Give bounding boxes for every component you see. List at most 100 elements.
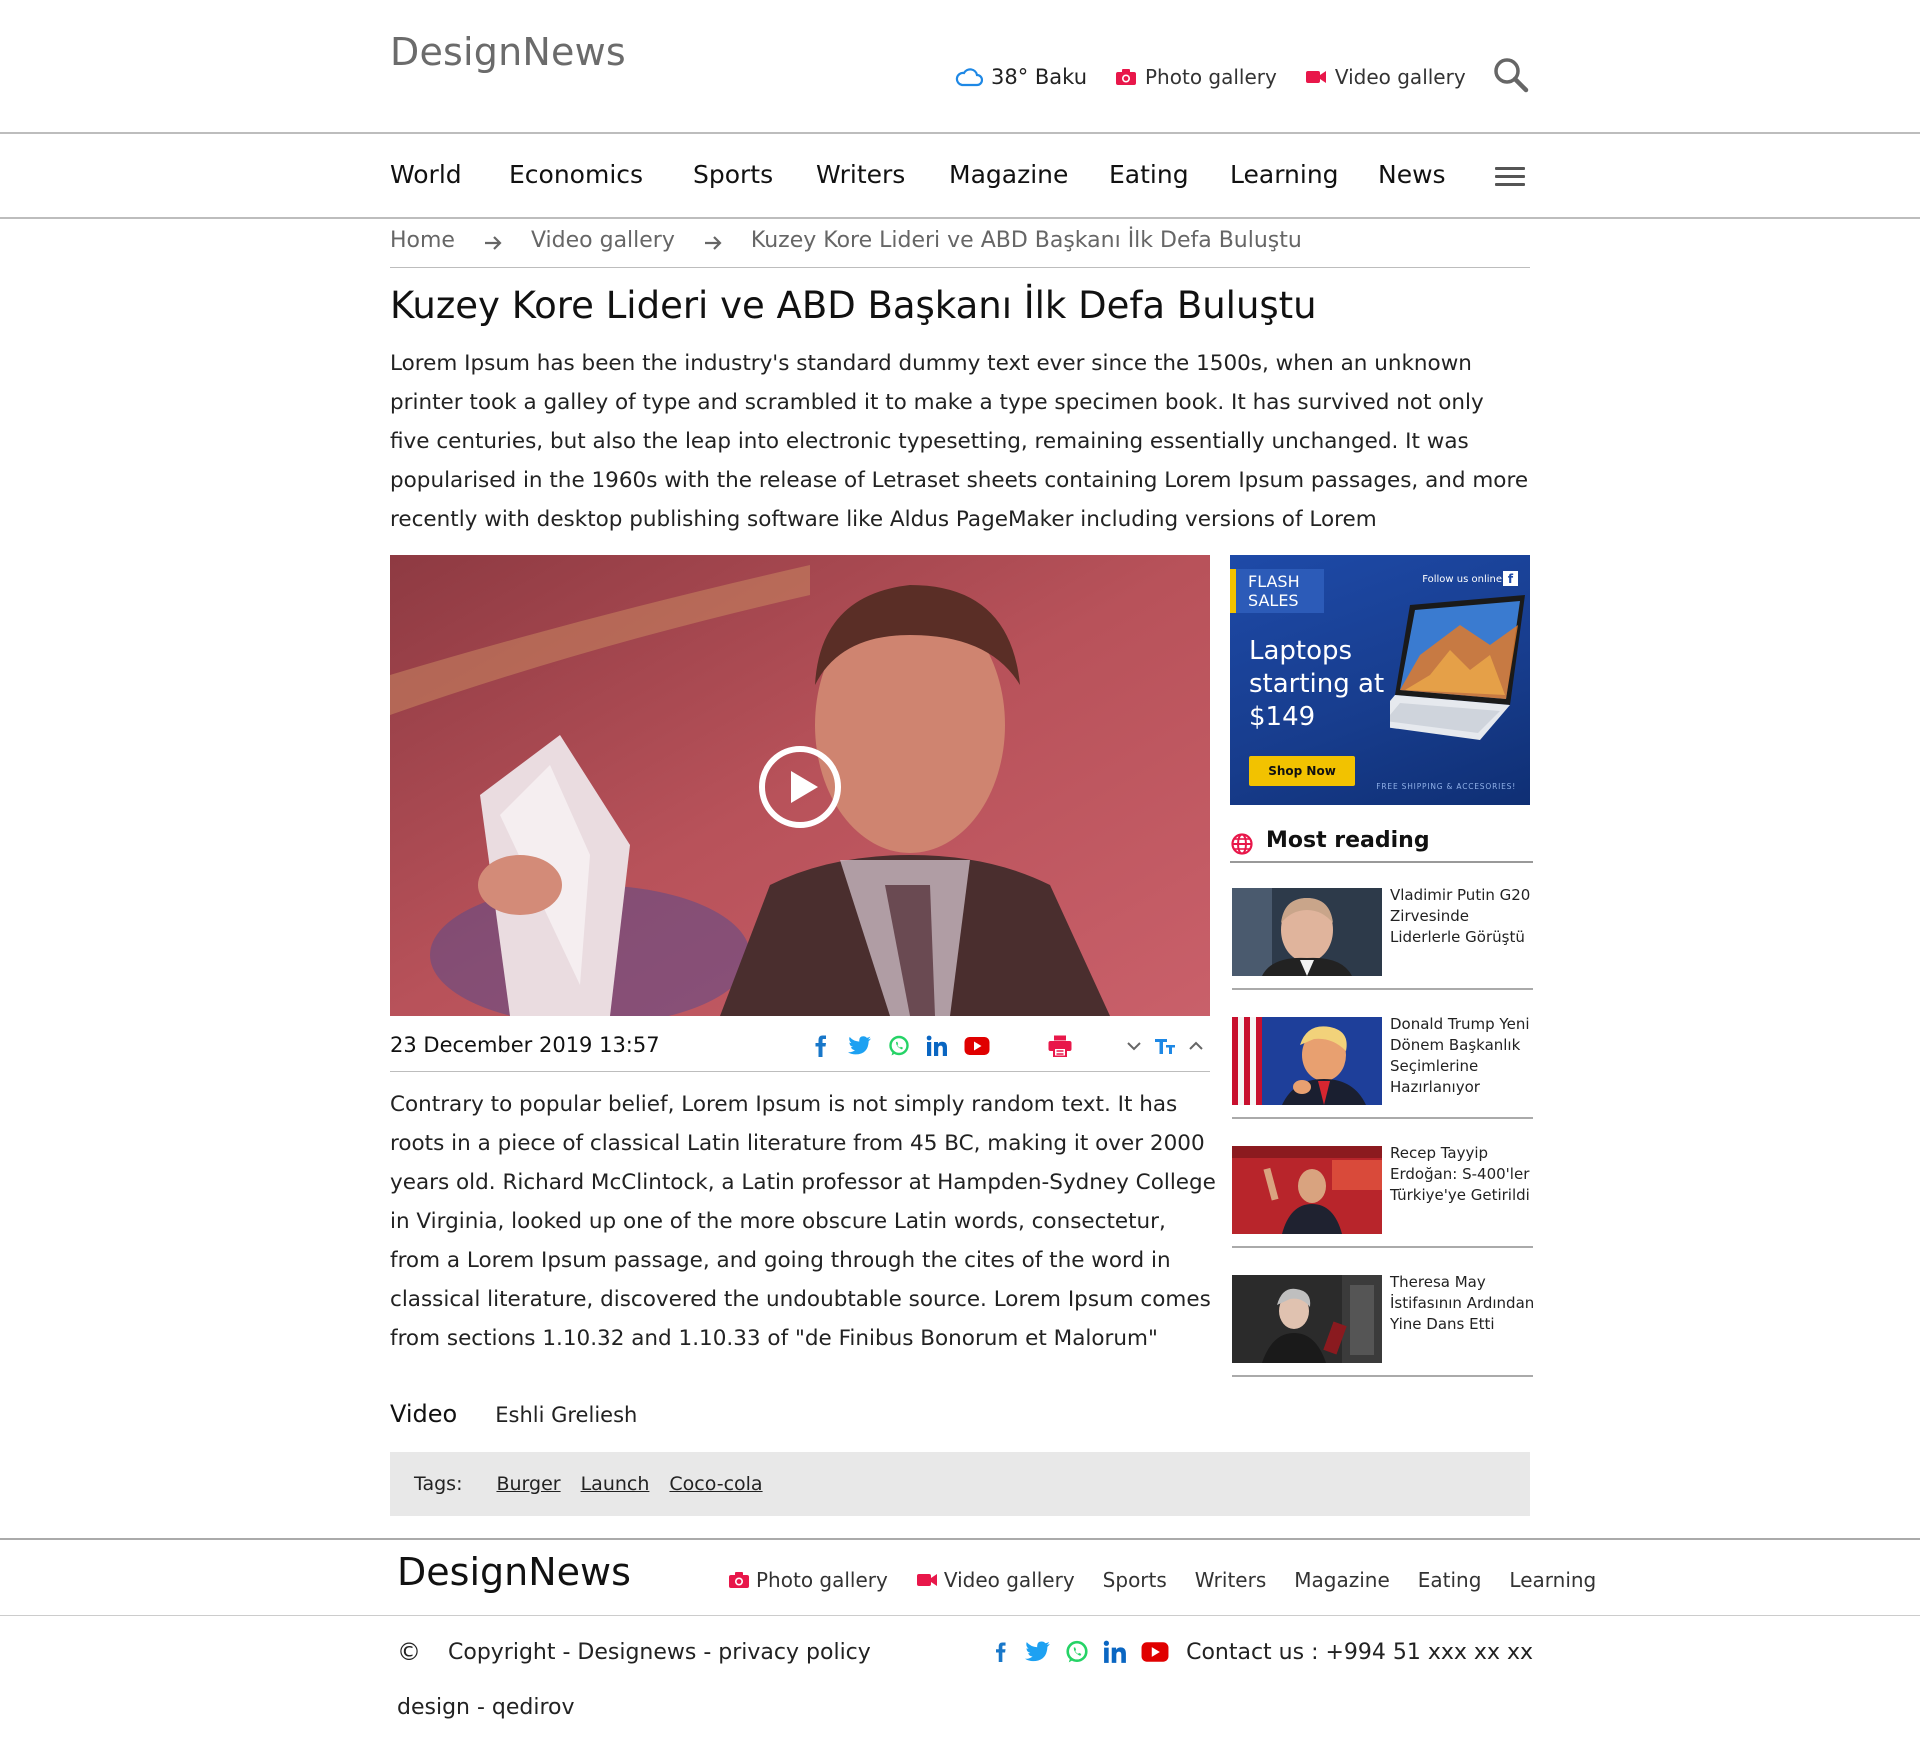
- breadcrumb-home[interactable]: Home: [390, 228, 455, 253]
- photo-gallery-link[interactable]: Photo gallery: [1115, 65, 1277, 89]
- nav-item-magazine[interactable]: Magazine: [949, 160, 1068, 189]
- news-thumbnail: [1232, 1017, 1382, 1105]
- footer-nav-learning[interactable]: Learning: [1509, 1568, 1596, 1592]
- linkedin-icon[interactable]: [926, 1035, 948, 1057]
- facebook-icon[interactable]: [810, 1035, 832, 1057]
- contact-text[interactable]: Contact us : +994 51 xxx xx xx: [1186, 1640, 1533, 1665]
- footer-nav-label: Photo gallery: [756, 1568, 888, 1592]
- copyright-text[interactable]: Copyright - Designews - privacy policy: [448, 1640, 871, 1665]
- twitter-icon[interactable]: [848, 1036, 872, 1056]
- copyright-icon: ©: [397, 1638, 421, 1666]
- shop-now-button[interactable]: Shop Now: [1249, 756, 1355, 786]
- footer-photo-gallery-link[interactable]: Photo gallery: [728, 1568, 888, 1592]
- footer-nav-label: Video gallery: [943, 1568, 1075, 1592]
- camera-icon: [729, 1572, 749, 1588]
- header-tools: 38° Baku Photo gallery Video gallery: [955, 62, 1494, 92]
- nav-item-economics[interactable]: Economics: [509, 160, 643, 189]
- ad-flash-label: FLASH SALES: [1230, 569, 1324, 613]
- weather-widget: 38° Baku: [955, 65, 1087, 89]
- weather-text: 38° Baku: [991, 65, 1087, 89]
- tags-label: Tags:: [414, 1473, 463, 1495]
- whatsapp-icon[interactable]: [1065, 1640, 1089, 1664]
- whatsapp-icon[interactable]: [888, 1035, 910, 1057]
- photo-gallery-label: Photo gallery: [1145, 65, 1277, 89]
- linkedin-icon[interactable]: [1103, 1640, 1127, 1664]
- copyright-row: © Copyright - Designews - privacy policy…: [397, 1636, 1533, 1676]
- site-footer: DesignNews Photo gallery Video gallery S…: [0, 1538, 1920, 1616]
- most-reading-header: Most reading: [1230, 828, 1533, 863]
- facebook-icon: f: [1503, 571, 1518, 586]
- news-thumbnail: [1232, 1275, 1382, 1363]
- footer-logo[interactable]: DesignNews: [397, 1550, 631, 1594]
- footer-nav-magazine[interactable]: Magazine: [1294, 1568, 1390, 1592]
- globe-icon: [1231, 833, 1253, 855]
- tag-link[interactable]: Coco-cola: [669, 1473, 762, 1495]
- tag-link[interactable]: Burger: [496, 1473, 560, 1495]
- video-camera-icon: [916, 1574, 937, 1586]
- video-credit-author: Eshli Greliesh: [495, 1403, 638, 1427]
- share-buttons: [810, 1035, 1006, 1057]
- article-body: Contrary to popular belief, Lorem Ipsum …: [390, 1092, 1216, 1351]
- ad-banner[interactable]: FLASH SALES Follow us online f Laptops s…: [1230, 555, 1530, 805]
- arrow-right-icon: [703, 228, 723, 258]
- news-item[interactable]: Recep Tayyip Erdoğan: S-400'ler Türkiye'…: [1232, 1130, 1533, 1248]
- site-logo[interactable]: DesignNews: [390, 30, 626, 74]
- footer-nav: Photo gallery Video gallery Sports Write…: [728, 1568, 1596, 1592]
- footer-nav-eating[interactable]: Eating: [1418, 1568, 1482, 1592]
- news-item[interactable]: Theresa May İstifasının Ardından Yine Da…: [1232, 1259, 1535, 1377]
- news-item[interactable]: Donald Trump Yeni Dönem Başkanlık Seçiml…: [1232, 1001, 1533, 1119]
- footer-nav-sports[interactable]: Sports: [1103, 1568, 1167, 1592]
- text-size-icon[interactable]: [1154, 1037, 1176, 1055]
- footer-video-gallery-link[interactable]: Video gallery: [916, 1568, 1075, 1592]
- chevron-up-icon[interactable]: [1188, 1040, 1204, 1052]
- tags-bar: Tags: Burger Launch Coco-cola: [390, 1452, 1530, 1516]
- news-thumbnail: [1232, 888, 1382, 976]
- nav-item-sports[interactable]: Sports: [693, 160, 773, 189]
- footer-social: [991, 1640, 1183, 1664]
- nav-item-news[interactable]: News: [1378, 160, 1446, 189]
- breadcrumb-section[interactable]: Video gallery: [531, 228, 675, 253]
- article-lead: Lorem Ipsum has been the industry's stan…: [390, 351, 1529, 532]
- news-title: Theresa May İstifasının Ardından Yine Da…: [1390, 1273, 1535, 1333]
- youtube-icon[interactable]: [964, 1036, 990, 1056]
- tag-link[interactable]: Launch: [581, 1473, 650, 1495]
- video-gallery-label: Video gallery: [1334, 65, 1466, 89]
- nav-item-world[interactable]: World: [390, 160, 462, 189]
- laptop-image: [1390, 595, 1525, 740]
- news-item[interactable]: Vladimir Putin G20 Zirvesinde Liderlerle…: [1232, 872, 1533, 990]
- article-title: Kuzey Kore Lideri ve ABD Başkanı İlk Def…: [390, 284, 1317, 327]
- facebook-icon[interactable]: [991, 1640, 1011, 1664]
- news-title: Donald Trump Yeni Dönem Başkanlık Seçiml…: [1390, 1015, 1530, 1096]
- youtube-icon[interactable]: [1141, 1641, 1169, 1663]
- site-header: DesignNews 38° Baku Photo gallery Video …: [0, 0, 1920, 134]
- ad-follow-text: Follow us online: [1422, 574, 1502, 585]
- video-credit: Video Eshli Greliesh: [390, 1400, 637, 1428]
- print-icon[interactable]: [1048, 1035, 1072, 1057]
- news-thumbnail: [1232, 1146, 1382, 1234]
- play-icon[interactable]: [758, 745, 842, 829]
- ad-shipping-text: FREE SHIPPING & ACCESORIES!: [1376, 782, 1516, 791]
- search-icon[interactable]: [1492, 56, 1530, 94]
- main-nav: World Economics Sports Writers Magazine …: [0, 134, 1920, 219]
- nav-item-eating[interactable]: Eating: [1109, 160, 1189, 189]
- video-credit-label: Video: [390, 1400, 458, 1428]
- breadcrumb: Home Video gallery Kuzey Kore Lideri ve …: [390, 228, 1530, 268]
- video-camera-icon: [1305, 71, 1326, 83]
- camera-icon: [1116, 69, 1136, 85]
- news-title: Recep Tayyip Erdoğan: S-400'ler Türkiye'…: [1390, 1144, 1530, 1204]
- twitter-icon[interactable]: [1025, 1641, 1051, 1663]
- article-date: 23 December 2019 13:57: [390, 1033, 660, 1057]
- ad-headline: Laptops starting at $149: [1249, 636, 1385, 732]
- nav-item-learning[interactable]: Learning: [1230, 160, 1339, 189]
- nav-item-writers[interactable]: Writers: [816, 160, 905, 189]
- font-size-tools: [1126, 1037, 1204, 1055]
- chevron-down-icon[interactable]: [1126, 1040, 1142, 1052]
- most-reading-title: Most reading: [1266, 828, 1430, 853]
- footer-nav-writers[interactable]: Writers: [1195, 1568, 1266, 1592]
- menu-icon[interactable]: [1495, 167, 1525, 187]
- video-gallery-link[interactable]: Video gallery: [1305, 65, 1466, 89]
- news-title: Vladimir Putin G20 Zirvesinde Liderlerle…: [1390, 886, 1531, 946]
- cloud-icon: [955, 68, 983, 87]
- breadcrumb-current: Kuzey Kore Lideri ve ABD Başkanı İlk Def…: [750, 228, 1302, 253]
- design-credit: design - qedirov: [397, 1695, 575, 1720]
